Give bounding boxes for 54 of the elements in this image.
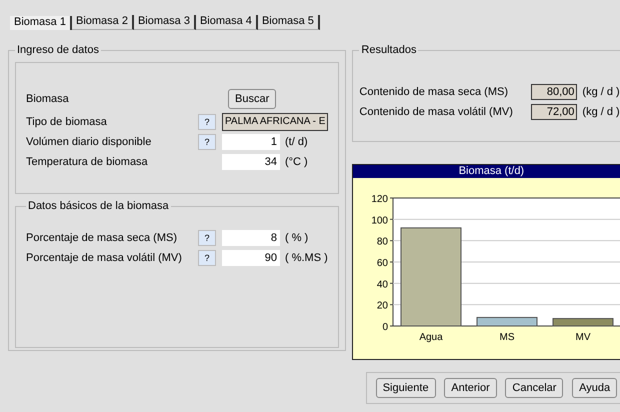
unit-label: (°C ) bbox=[285, 156, 308, 168]
tab[interactable]: Biomasa 4 bbox=[196, 15, 258, 30]
dialog-button[interactable]: Cancelar bbox=[505, 378, 564, 398]
y-tick: 120 bbox=[372, 194, 394, 205]
result-field: 80,00 bbox=[531, 84, 578, 100]
biomass-type-field: PALMA AFRICANA - E bbox=[222, 112, 328, 130]
x-label: MS bbox=[500, 332, 515, 343]
input-field[interactable]: 90 bbox=[222, 250, 280, 266]
help-button[interactable]: ? bbox=[198, 250, 216, 266]
bar bbox=[476, 316, 538, 326]
x-label: MV bbox=[576, 332, 591, 343]
field-label: Tipo de biomasa bbox=[26, 116, 108, 128]
y-tick-label: 60 bbox=[377, 258, 389, 269]
y-tick-label: 100 bbox=[372, 215, 389, 226]
result-field: 72,00 bbox=[531, 104, 578, 120]
tab[interactable]: Biomasa 5 bbox=[258, 15, 320, 30]
tab[interactable]: Biomasa 2 bbox=[72, 15, 134, 30]
unit-label: ( %.MS ) bbox=[285, 252, 328, 264]
help-button[interactable]: ? bbox=[198, 134, 216, 150]
field-label: Porcentaje de masa volátil (MV) bbox=[26, 252, 183, 264]
group-title: Datos básicos de la biomasa bbox=[27, 200, 170, 212]
y-tick-label: 0 bbox=[382, 322, 389, 333]
dialog-button[interactable]: Ayuda bbox=[572, 378, 618, 398]
group-title: Resultados bbox=[360, 44, 418, 56]
y-tick-label: 40 bbox=[377, 279, 389, 290]
field-label: Biomasa bbox=[26, 93, 70, 105]
help-button[interactable]: ? bbox=[198, 114, 216, 130]
group-title: Ingreso de datos bbox=[16, 44, 100, 56]
tab[interactable]: Biomasa 3 bbox=[134, 15, 196, 30]
y-tick: 100 bbox=[372, 215, 620, 226]
input-field[interactable]: 34 bbox=[222, 154, 280, 170]
dialog-button[interactable]: Siguiente bbox=[376, 378, 436, 398]
field-label: Volúmen diario disponible bbox=[26, 136, 152, 148]
unit-label: ( % ) bbox=[285, 232, 308, 244]
field-label: Contenido de masa volátil (MV) bbox=[359, 106, 514, 118]
dialog-button[interactable]: Anterior bbox=[444, 378, 497, 398]
help-button[interactable]: ? bbox=[198, 230, 216, 246]
y-tick: 0 bbox=[382, 322, 394, 333]
field-label: Porcentaje de masa seca (MS) bbox=[26, 232, 178, 244]
input-field[interactable]: 8 bbox=[222, 230, 280, 246]
input-field[interactable]: 1 bbox=[222, 134, 280, 150]
tab[interactable]: Biomasa 1 bbox=[10, 16, 72, 30]
x-label: Agua bbox=[420, 332, 444, 343]
chart-title: Biomasa (t/d) bbox=[353, 165, 620, 178]
unit-label: (kg / d ) bbox=[582, 106, 620, 118]
bar bbox=[552, 318, 614, 326]
search-button[interactable]: Buscar bbox=[228, 89, 276, 109]
y-tick-label: 80 bbox=[377, 236, 389, 248]
y-tick-label: 120 bbox=[372, 194, 389, 205]
unit-label: (kg / d ) bbox=[582, 86, 620, 98]
y-tick-label: 20 bbox=[377, 300, 389, 312]
unit-label: (t/ d) bbox=[285, 136, 308, 148]
field-label: Temperatura de biomasa bbox=[26, 156, 149, 168]
field-label: Contenido de masa seca (MS) bbox=[359, 86, 509, 98]
